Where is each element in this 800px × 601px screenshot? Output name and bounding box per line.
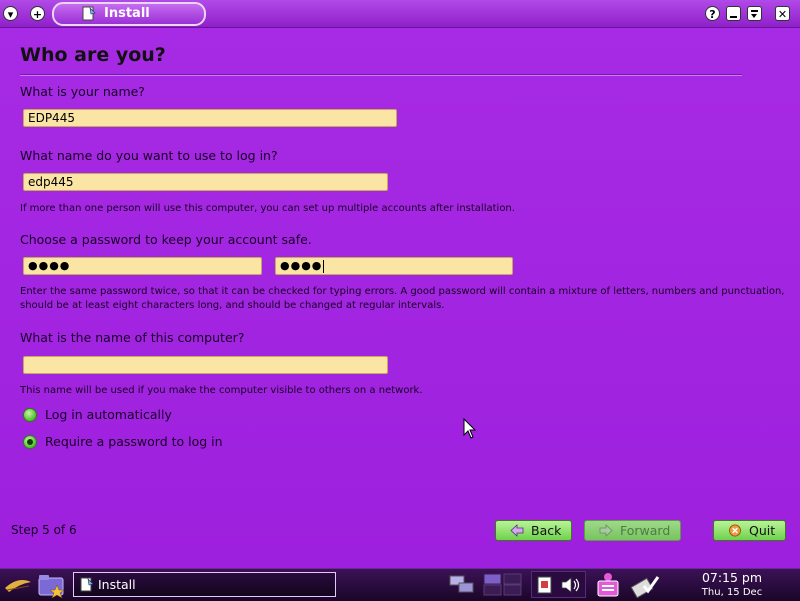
password-dots: ●●●● (28, 259, 71, 272)
back-button[interactable]: Back (495, 520, 572, 541)
password-note-line-2: should be at least eight characters long… (20, 300, 445, 311)
forward-arrow-icon (599, 524, 613, 537)
name-label: What is your name? (20, 84, 145, 99)
password-note-line-1: Enter the same password twice, so that i… (20, 286, 785, 297)
notes-icon[interactable] (594, 572, 622, 598)
quit-button[interactable]: Quit (713, 520, 786, 541)
computer-name-note: This name will be used if you make the c… (20, 385, 423, 396)
radio-label: Require a password to log in (45, 434, 223, 449)
step-indicator: Step 5 of 6 (11, 523, 77, 537)
updates-icon[interactable] (630, 572, 660, 598)
folder-star-icon[interactable] (37, 572, 67, 598)
clipboard-icon[interactable] (535, 575, 555, 595)
clock-time: 07:15 pm (701, 570, 763, 585)
maximize-icon[interactable] (747, 6, 762, 21)
login-label: What name do you want to use to log in? (20, 148, 278, 163)
taskbar: Install 07:15 pm Thu, 15 Dec (0, 568, 800, 601)
password-input[interactable]: ●●●● (23, 257, 262, 275)
forward-label: Forward (620, 523, 671, 538)
volume-icon[interactable] (560, 575, 582, 595)
back-arrow-icon (510, 524, 524, 537)
computer-name-input[interactable] (23, 356, 388, 374)
password-confirm-dots: ●●●● (280, 259, 323, 272)
name-input[interactable]: EDP445 (23, 109, 397, 127)
forward-button[interactable]: Forward (584, 520, 681, 541)
system-tray (531, 571, 586, 598)
start-menu-icon[interactable] (3, 574, 33, 596)
close-icon[interactable]: ✕ (775, 6, 790, 21)
installer-page: Who are you? What is your name? EDP445 W… (0, 28, 800, 568)
radio-button[interactable] (23, 408, 37, 422)
chevron-down-icon[interactable]: ▾ (3, 6, 18, 21)
window-title: Install (104, 6, 150, 21)
radio-button-selected[interactable] (23, 435, 37, 449)
radio-dot (27, 439, 33, 445)
title-divider (20, 74, 742, 76)
password-confirm-input[interactable]: ●●●● (275, 257, 513, 275)
workspace-switcher-icon[interactable] (482, 572, 528, 597)
username-input[interactable]: edp445 (23, 173, 388, 191)
radio-label: Log in automatically (45, 407, 172, 422)
quit-label: Quit (749, 523, 776, 538)
window-titlebar: ▾ + Install ? ✕ (0, 0, 800, 28)
plus-icon[interactable]: + (30, 6, 45, 21)
password-label: Choose a password to keep your account s… (20, 232, 312, 247)
mouse-pointer-icon (463, 418, 477, 439)
taskbar-item-install[interactable]: Install (73, 572, 336, 597)
installer-icon (80, 577, 94, 592)
installer-icon (82, 6, 96, 21)
network-icon[interactable] (447, 572, 477, 597)
login-note: If more than one person will use this co… (20, 203, 515, 214)
page-title: Who are you? (20, 44, 166, 66)
clock[interactable]: 07:15 pm Thu, 15 Dec (690, 570, 774, 599)
quit-icon (729, 524, 741, 537)
text-caret (323, 259, 325, 273)
back-label: Back (531, 523, 562, 538)
computer-name-label: What is the name of this computer? (20, 330, 245, 345)
clock-date: Thu, 15 Dec (701, 587, 763, 598)
taskbar-item-label: Install (98, 577, 136, 592)
minimize-icon[interactable] (726, 6, 741, 21)
window-title-pill[interactable]: Install (52, 2, 206, 26)
help-icon[interactable]: ? (705, 6, 720, 21)
